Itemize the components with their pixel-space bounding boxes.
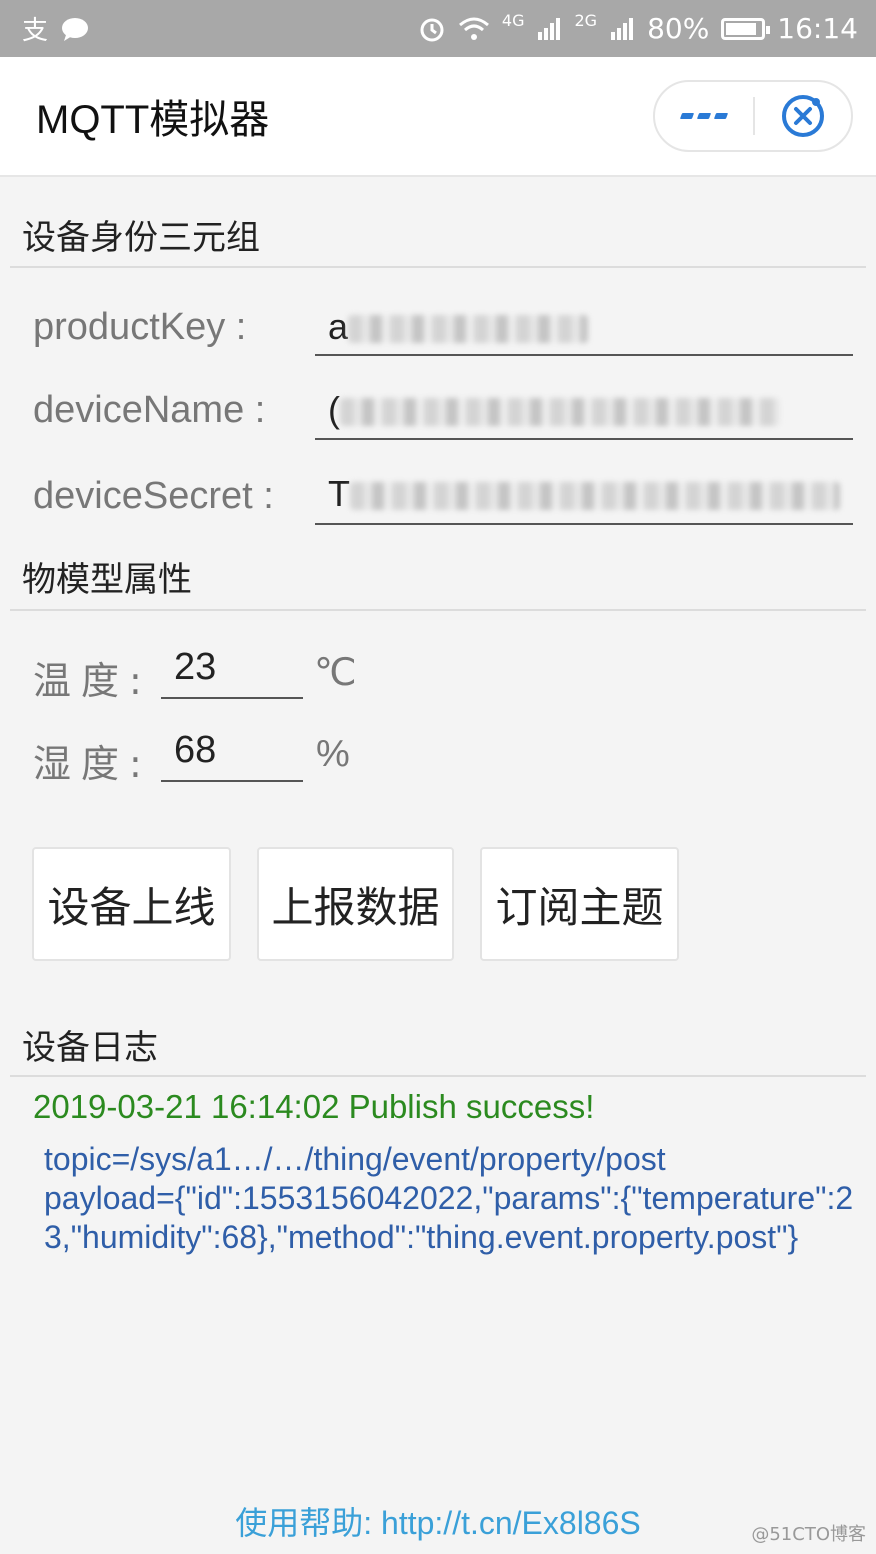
identity-section-title: 设备身份三元组	[22, 218, 260, 258]
device-name-input[interactable]: (	[328, 389, 848, 433]
product-key-value: a	[328, 306, 349, 347]
watermark: @51CTO博客	[751, 1524, 866, 1545]
status-bar: 支 4G 2G 80% 16:14	[0, 0, 876, 57]
humidity-unit: %	[316, 733, 350, 775]
temperature-unit: ℃	[314, 652, 357, 694]
signal-4g-icon: 4G	[501, 11, 525, 30]
divider	[10, 1075, 866, 1077]
chat-icon	[62, 17, 89, 41]
device-secret-label: deviceSecret :	[33, 475, 274, 517]
alarm-icon	[420, 18, 444, 41]
more-dots-icon[interactable]	[655, 82, 753, 150]
signal-bars-icon	[611, 17, 634, 40]
device-online-button[interactable]: 设备上线	[32, 847, 231, 961]
device-secret-value: T	[328, 473, 350, 514]
mini-program-capsule	[653, 80, 853, 152]
redacted-blur	[340, 398, 780, 427]
temperature-label: 温度:	[33, 659, 152, 703]
input-underline	[161, 697, 303, 699]
temperature-input[interactable]: 23	[174, 646, 294, 689]
divider	[10, 609, 866, 611]
report-data-button[interactable]: 上报数据	[257, 847, 454, 961]
log-section-title: 设备日志	[22, 1028, 158, 1068]
humidity-input[interactable]: 68	[174, 729, 294, 772]
attributes-section-title: 物模型属性	[22, 560, 192, 600]
divider	[10, 266, 866, 268]
input-underline	[315, 523, 853, 525]
nav-bar: MQTT模拟器	[0, 57, 876, 177]
subscribe-topic-button[interactable]: 订阅主题	[480, 847, 679, 961]
battery-icon	[721, 17, 771, 40]
product-key-input[interactable]: a	[328, 306, 848, 350]
close-target-icon[interactable]	[755, 82, 851, 150]
input-underline	[161, 780, 303, 782]
device-name-label: deviceName :	[33, 389, 266, 431]
signal-bars-icon	[538, 17, 561, 40]
status-bar-left: 支	[22, 10, 90, 47]
battery-percent: 80%	[647, 12, 710, 45]
clock: 16:14	[777, 12, 858, 45]
redacted-blur	[350, 482, 840, 511]
page-title: MQTT模拟器	[36, 98, 270, 142]
product-key-label: productKey :	[33, 306, 247, 348]
wifi-icon	[458, 17, 489, 40]
device-name-value: (	[328, 389, 340, 430]
status-bar-right: 4G 2G 80% 16:14	[418, 11, 858, 45]
input-underline	[315, 438, 853, 440]
device-secret-input[interactable]: T	[328, 473, 848, 517]
log-status: 2019-03-21 16:14:02 Publish success!	[33, 1088, 595, 1125]
log-message: topic=/sys/a1…/…/thing/event/property/po…	[44, 1141, 854, 1255]
alipay-icon: 支	[22, 16, 49, 46]
input-underline	[315, 354, 853, 356]
redacted-blur	[348, 315, 589, 344]
signal-2g-icon: 2G	[574, 11, 598, 30]
help-link[interactable]: 使用帮助: http://t.cn/Ex8l86S	[0, 1498, 876, 1544]
humidity-label: 湿度:	[33, 742, 152, 786]
